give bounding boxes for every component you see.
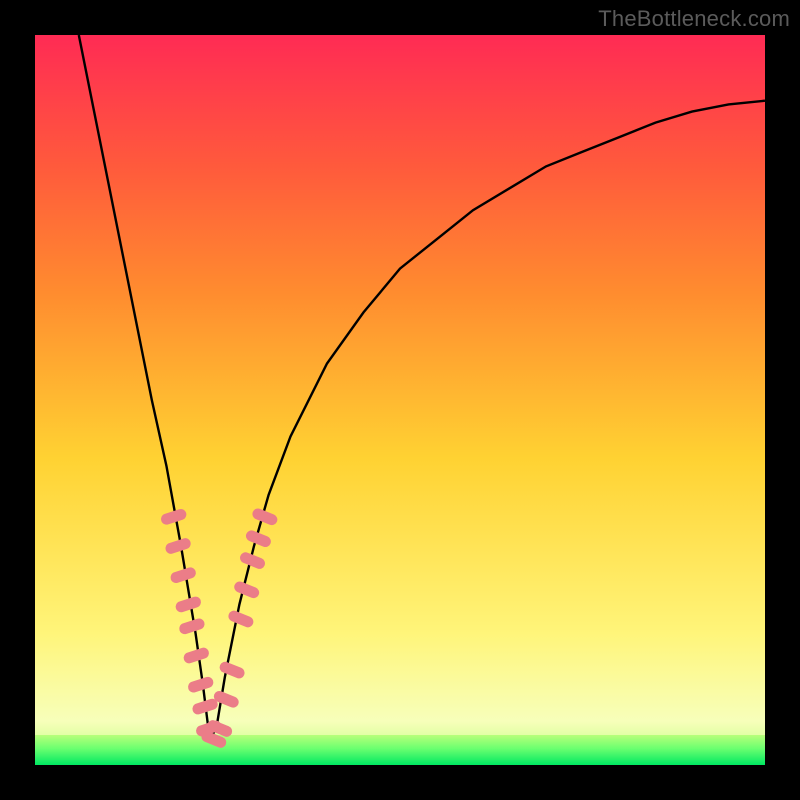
sample-marker [233,580,261,600]
chart-frame: TheBottleneck.com [0,0,800,800]
sample-marker [182,646,210,664]
sample-marker [227,609,255,629]
bottleneck-curve [79,35,765,743]
curve-layer [35,35,765,765]
sample-marker [169,566,197,584]
sample-marker [174,595,202,613]
sample-marker [164,537,192,555]
attribution-label: TheBottleneck.com [598,6,790,32]
sample-marker [187,675,215,693]
sample-marker [218,660,246,680]
sample-marker [178,617,206,635]
